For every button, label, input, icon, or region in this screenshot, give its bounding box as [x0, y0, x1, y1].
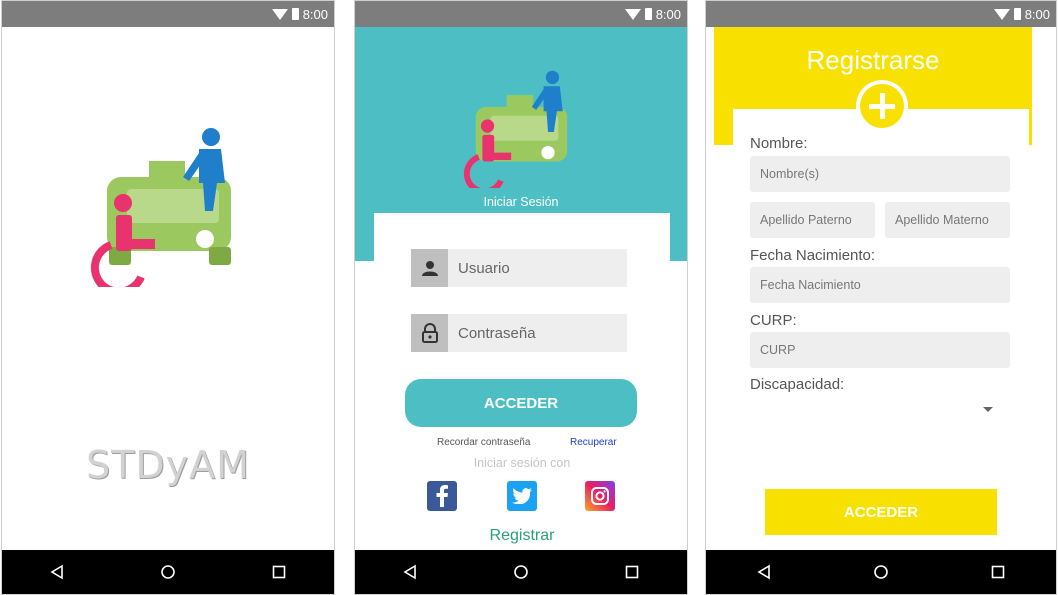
disability-label: Discapacidad: — [750, 376, 845, 393]
curp-input[interactable]: CURP — [750, 332, 1010, 368]
nav-bar — [355, 550, 687, 594]
name-label: Nombre: — [750, 135, 808, 152]
status-time: 8:00 — [302, 6, 328, 22]
chevron-down-icon[interactable] — [983, 407, 993, 412]
recover-password-link[interactable]: Recuperar — [570, 437, 617, 448]
recents-icon[interactable] — [990, 564, 1006, 580]
login-screen: 8:00 Iniciar Sesión Usuario Contraseña A… — [354, 0, 688, 595]
login-card: Usuario Contraseña ACCEDER Recordar cont… — [374, 213, 670, 544]
home-icon[interactable] — [160, 564, 176, 580]
status-bar: 8:00 — [706, 1, 1056, 27]
username-field[interactable]: Usuario — [411, 249, 627, 287]
password-field[interactable]: Contraseña — [411, 314, 627, 352]
wifi-icon — [271, 8, 288, 20]
back-icon[interactable] — [402, 564, 418, 580]
last-name-paternal-input[interactable]: Apellido Paterno — [750, 202, 875, 238]
home-icon[interactable] — [513, 564, 529, 580]
facebook-icon[interactable] — [427, 481, 457, 511]
user-icon — [411, 249, 448, 287]
status-time: 8:00 — [1024, 6, 1050, 22]
splash-screen: 8:00 STDyAM — [1, 0, 335, 595]
password-input[interactable]: Contraseña — [448, 314, 627, 352]
register-submit-button[interactable]: ACCEDER — [765, 489, 997, 535]
nav-bar — [706, 550, 1056, 594]
username-input[interactable]: Usuario — [448, 249, 627, 287]
status-time: 8:00 — [655, 6, 681, 22]
register-link[interactable]: Registrar — [374, 527, 670, 545]
birth-date-input[interactable]: Fecha Nacimiento — [750, 267, 1010, 303]
app-logo-icon — [463, 70, 568, 188]
recents-icon[interactable] — [271, 564, 287, 580]
name-input[interactable]: Nombre(s) — [750, 156, 1010, 192]
last-name-maternal-input[interactable]: Apellido Materno — [885, 202, 1010, 238]
battery-icon — [291, 8, 299, 20]
nav-bar — [2, 550, 334, 594]
app-logo-icon — [90, 128, 231, 287]
status-bar: 8:00 — [2, 1, 334, 27]
birth-date-label: Fecha Nacimiento: — [750, 247, 876, 264]
back-icon[interactable] — [49, 564, 65, 580]
login-caption: Iniciar Sesión — [483, 195, 559, 209]
status-bar: 8:00 — [355, 1, 687, 27]
wifi-icon — [624, 8, 641, 20]
curp-label: CURP: — [750, 312, 797, 329]
register-title: Registrarse — [806, 45, 940, 75]
twitter-icon[interactable] — [507, 481, 537, 511]
back-icon[interactable] — [756, 564, 772, 580]
lock-icon — [411, 314, 448, 352]
remember-password-link[interactable]: Recordar contraseña — [437, 437, 530, 448]
register-screen: 8:00 Registrarse Nombre: Nombre(s) Apell… — [705, 0, 1057, 595]
login-submit-button[interactable]: ACCEDER — [405, 379, 637, 427]
add-photo-button[interactable] — [856, 80, 908, 132]
social-login-label: Iniciar sesión con — [473, 456, 571, 470]
battery-icon — [1013, 8, 1021, 20]
wifi-icon — [993, 8, 1010, 20]
recents-icon[interactable] — [624, 564, 640, 580]
app-name: STDyAM — [86, 443, 250, 487]
home-icon[interactable] — [873, 564, 889, 580]
plus-icon — [860, 84, 904, 128]
instagram-icon[interactable] — [585, 481, 615, 511]
register-form: Nombre: Nombre(s) Apellido Paterno Apell… — [733, 109, 1029, 539]
battery-icon — [644, 8, 652, 20]
